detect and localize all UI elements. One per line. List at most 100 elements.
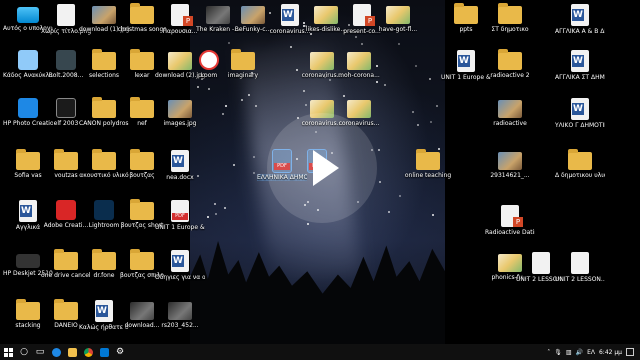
icon-label: Radioactive Dating.pptx (485, 229, 535, 236)
desktop-icon-moh[interactable]: moh-corona... (334, 50, 384, 79)
icon-label: rs203_452... (161, 322, 199, 329)
icon-label: nea.docx (166, 174, 194, 181)
desktop-icon-29314[interactable]: 29314621_... (485, 150, 535, 179)
icon-label: UNIT 1 Europe & T... (441, 74, 491, 81)
search-button[interactable]: ○ (16, 344, 32, 360)
language-indicator[interactable]: ΕΛ (587, 349, 595, 356)
desktop-icon-unit1-eu[interactable]: UNIT 1 Europe & T... (441, 50, 491, 81)
desktop-icon-radioactive[interactable]: radioactive (485, 98, 535, 127)
star (214, 213, 217, 216)
word-file-icon (457, 50, 475, 72)
desktop-icon-yliko[interactable]: ΥΛΙΚΟ Γ ΔΗΜΟΤΙΚ... (555, 98, 605, 129)
star (436, 105, 439, 108)
folder-icon (16, 299, 40, 320)
clock[interactable]: 6:42 μμ (599, 349, 622, 356)
star (228, 42, 231, 45)
star (430, 120, 433, 123)
folder-icon (130, 97, 154, 118)
star (214, 202, 217, 205)
folder-icon (498, 3, 522, 24)
video-file-icon (56, 98, 76, 118)
recycle-bin-icon (18, 50, 38, 70)
desktop-icon-agg-ab[interactable]: ΑΓΓΛΙΚΑ Α & Β ΔΗΜΟΤΙΚ... (555, 4, 605, 35)
image-thumbnail-icon (310, 52, 334, 70)
desktop: Αυτός ο υπολογιστής Χωρίς τίτλο.png down… (0, 0, 640, 344)
star (241, 99, 244, 102)
folder-icon (416, 149, 440, 170)
star (384, 84, 387, 87)
folder-icon (92, 249, 116, 270)
start-button[interactable] (0, 344, 16, 360)
taskbar-app-chrome[interactable] (80, 344, 96, 360)
image-thumbnail-icon (168, 302, 192, 320)
network-icon[interactable]: ▥ (566, 349, 572, 356)
image-thumbnail-icon (241, 6, 265, 24)
word-file-icon (571, 50, 589, 72)
word-file-icon (571, 98, 589, 120)
desktop-icon-ppts[interactable]: ppts (441, 3, 491, 33)
folder-icon (16, 149, 40, 170)
audio-file-icon (571, 252, 589, 274)
icon-label: UNIT 1 Europe & T... (155, 224, 205, 231)
image-thumbnail-icon (92, 6, 116, 24)
icon-label: ΑΓΓΛΙΚΑ Α & Β ΔΗΜΟΤΙΚ... (555, 28, 605, 35)
desktop-icon-radioactive2[interactable]: radioactive 2 (485, 49, 535, 79)
pdf-file-icon (171, 200, 189, 222)
desktop-icon-imaginary[interactable]: imaginary (218, 49, 268, 79)
star (221, 112, 224, 115)
taskbar-app-edge[interactable] (48, 344, 64, 360)
star (398, 42, 401, 45)
image-thumbnail-icon (130, 302, 154, 320)
folder-icon (130, 3, 154, 24)
taskbar-app-mail[interactable] (96, 344, 112, 360)
taskbar-app-explorer[interactable] (64, 344, 80, 360)
desktop-icon-odigies[interactable]: Οδηγιες για να ανοιξου... (155, 250, 205, 281)
star (360, 42, 363, 45)
printer-icon (16, 254, 40, 268)
volume-icon[interactable]: 🔊 (576, 349, 583, 356)
desktop-icon-rs203[interactable]: rs203_452... (155, 300, 205, 329)
taskbar-app-settings[interactable]: ⚙ (112, 344, 128, 360)
task-view-button[interactable]: ▭ (32, 344, 48, 360)
hp-photo-app-icon (18, 98, 38, 118)
word-file-icon (95, 300, 113, 322)
image-thumbnail-icon (168, 100, 192, 118)
desktop-icon-radioactive-ppt[interactable]: Radioactive Dating.pptx (485, 205, 535, 236)
icon-label: ΣΤ δημοτικο (491, 26, 529, 33)
desktop-icon-agg-st[interactable]: ΑΓΓΛΙΚΑ ΣΤ ΔΗΜΟΤΙΚ... (555, 50, 605, 81)
windows-logo-icon (3, 347, 13, 357)
desktop-icon-online[interactable]: online teaching (403, 149, 453, 179)
folder-icon (130, 49, 154, 70)
word-file-icon (171, 150, 189, 172)
desktop-icon-unit1-pdf[interactable]: UNIT 1 Europe & T... (155, 200, 205, 231)
notification-icon[interactable] (626, 348, 634, 356)
tray-chevron-up-icon[interactable]: ˄ (547, 349, 550, 356)
star (398, 194, 401, 197)
desktop-icon-unit2-2[interactable]: UNIT 2 LESSON... (555, 252, 605, 283)
video-file-icon (56, 50, 76, 70)
desktop-icon-images[interactable]: images.jpg (155, 98, 205, 127)
star (247, 93, 250, 96)
desktop-icon-d-dim[interactable]: Δ δημοτικου υλικο (555, 149, 605, 179)
desktop-icon-nea[interactable]: nea.docx (155, 150, 205, 181)
microphone-icon[interactable]: 🎙 (554, 349, 562, 356)
powerpoint-file-icon (501, 205, 523, 227)
desktop-icon-havegot[interactable]: have-got-fl... (373, 4, 423, 33)
star (302, 89, 305, 92)
icon-label: moh-corona... (338, 72, 380, 79)
folder-icon (130, 249, 154, 270)
gear-icon: ⚙ (115, 347, 125, 357)
audio-file-icon (532, 252, 550, 274)
image-thumbnail-icon (498, 100, 522, 118)
star (207, 88, 210, 91)
video-play-button[interactable] (267, 113, 377, 223)
system-tray: ˄ 🎙 ▥ 🔊 ΕΛ 6:42 μμ (547, 348, 640, 356)
star (354, 35, 357, 38)
search-icon: ○ (20, 347, 28, 357)
icon-label: radioactive 2 (490, 72, 530, 79)
star (252, 172, 255, 175)
star (378, 149, 381, 152)
desktop-icon-st-dim[interactable]: ΣΤ δημοτικο (485, 3, 535, 33)
powerpoint-file-icon (353, 4, 375, 26)
icon-label: online teaching (404, 172, 452, 179)
